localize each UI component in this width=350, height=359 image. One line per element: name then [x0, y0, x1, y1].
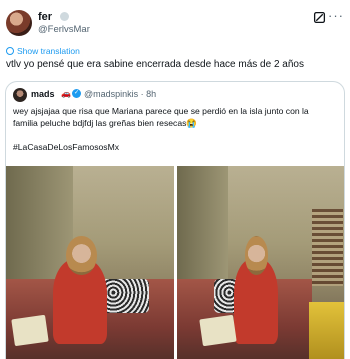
tweet-header: fer @FerlvsMar ···: [0, 0, 350, 40]
more-dots-icon[interactable]: ···: [328, 8, 344, 23]
globe-icon: [6, 47, 14, 55]
quote-author-name[interactable]: mads: [31, 89, 55, 99]
author-handle[interactable]: @FerlvsMar: [38, 24, 90, 35]
quote-text-line-2: familia peluche bdjfdj las greñas bien r…: [13, 118, 198, 128]
quoted-tweet[interactable]: mads 🚗 ✓ @madspinkis · 8h wey ajsjajaa q…: [5, 81, 345, 359]
car-emoji: 🚗: [61, 89, 71, 98]
author-name[interactable]: fer: [38, 11, 52, 23]
tweet-text: vtlv yo pensé que era sabine encerrada d…: [6, 59, 304, 70]
quote-hashtag[interactable]: #LaCasaDeLosFamososMx: [13, 142, 119, 152]
quote-photo-1[interactable]: [6, 166, 174, 359]
grok-icon[interactable]: [313, 11, 326, 24]
verified-badge-icon: ✓: [72, 89, 81, 98]
photo-scene: [177, 166, 344, 359]
quote-avatar[interactable]: [13, 88, 27, 102]
badge-icon: [60, 12, 69, 21]
avatar[interactable]: [6, 10, 32, 36]
show-translation-link[interactable]: Show translation: [6, 46, 80, 56]
quote-handle-time[interactable]: @madspinkis · 8h: [84, 89, 156, 99]
quote-text-line-1: wey ajsjajaa que risa que Mariana parece…: [13, 106, 309, 116]
photo-scene: [6, 166, 174, 359]
quote-photo-2[interactable]: [177, 166, 344, 359]
show-translation-label[interactable]: Show translation: [17, 46, 80, 56]
